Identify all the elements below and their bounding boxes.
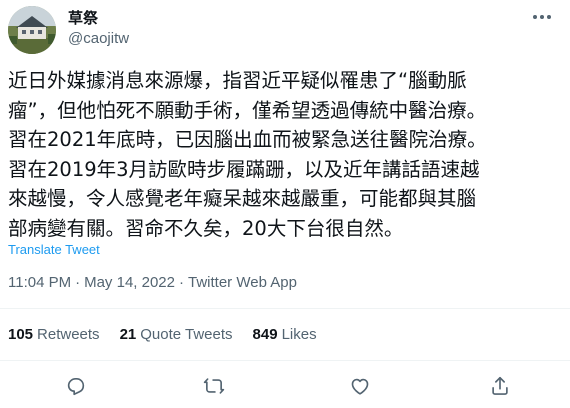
reply-icon [67,378,85,396]
meta-separator: · [75,274,81,291]
like-icon [351,378,369,395]
tweet-date[interactable]: May 14, 2022 [84,274,175,291]
author-info: 草祭 @caojitw [68,9,129,49]
likes-stat[interactable]: 849 Likes [253,326,317,343]
user-handle[interactable]: @caojitw [68,29,129,49]
likes-count: 849 [252,326,278,343]
like-button[interactable] [346,372,374,400]
quote-tweets-stat[interactable]: 21 Quote Tweets [120,326,233,343]
more-options-icon[interactable] [530,8,554,26]
tweet-stats: 105 Retweets 21 Quote Tweets 849 Likes [8,326,317,343]
tweet-actions [0,372,570,400]
divider [0,308,570,309]
reply-button[interactable] [62,372,90,400]
share-icon [492,376,508,395]
meta-separator: · [179,274,184,291]
tweet-text: 近日外媒據消息來源爆，指習近平疑似罹患了“腦動脈 瘤”，但他怕死不願動手術，僅希… [8,69,487,240]
tweet-source[interactable]: Twitter Web App [188,274,297,291]
tweet-time[interactable]: 11:04 PM [8,274,71,291]
translate-tweet-link[interactable]: Translate Tweet [8,242,100,257]
tweet-header: 草祭 @caojitw [8,6,562,54]
quotes-label: Quote Tweets [140,326,233,343]
retweets-label: Retweets [37,326,100,343]
display-name[interactable]: 草祭 [68,9,129,29]
likes-label: Likes [281,326,317,343]
retweet-button[interactable] [200,372,228,400]
retweet-icon [203,378,225,394]
avatar[interactable] [8,6,56,54]
share-button[interactable] [486,372,514,400]
quotes-count: 21 [119,326,137,343]
house-landscape-avatar-icon [8,6,56,54]
retweets-count: 105 [8,326,34,343]
retweets-stat[interactable]: 105 Retweets [8,326,100,343]
tweet-meta: 11:04 PM · May 14, 2022 · Twitter Web Ap… [8,274,297,291]
tweet: 草祭 @caojitw 近日外媒據消息來源爆，指習近平疑似罹患了“腦動脈 瘤”，… [0,0,570,408]
divider [0,360,570,361]
